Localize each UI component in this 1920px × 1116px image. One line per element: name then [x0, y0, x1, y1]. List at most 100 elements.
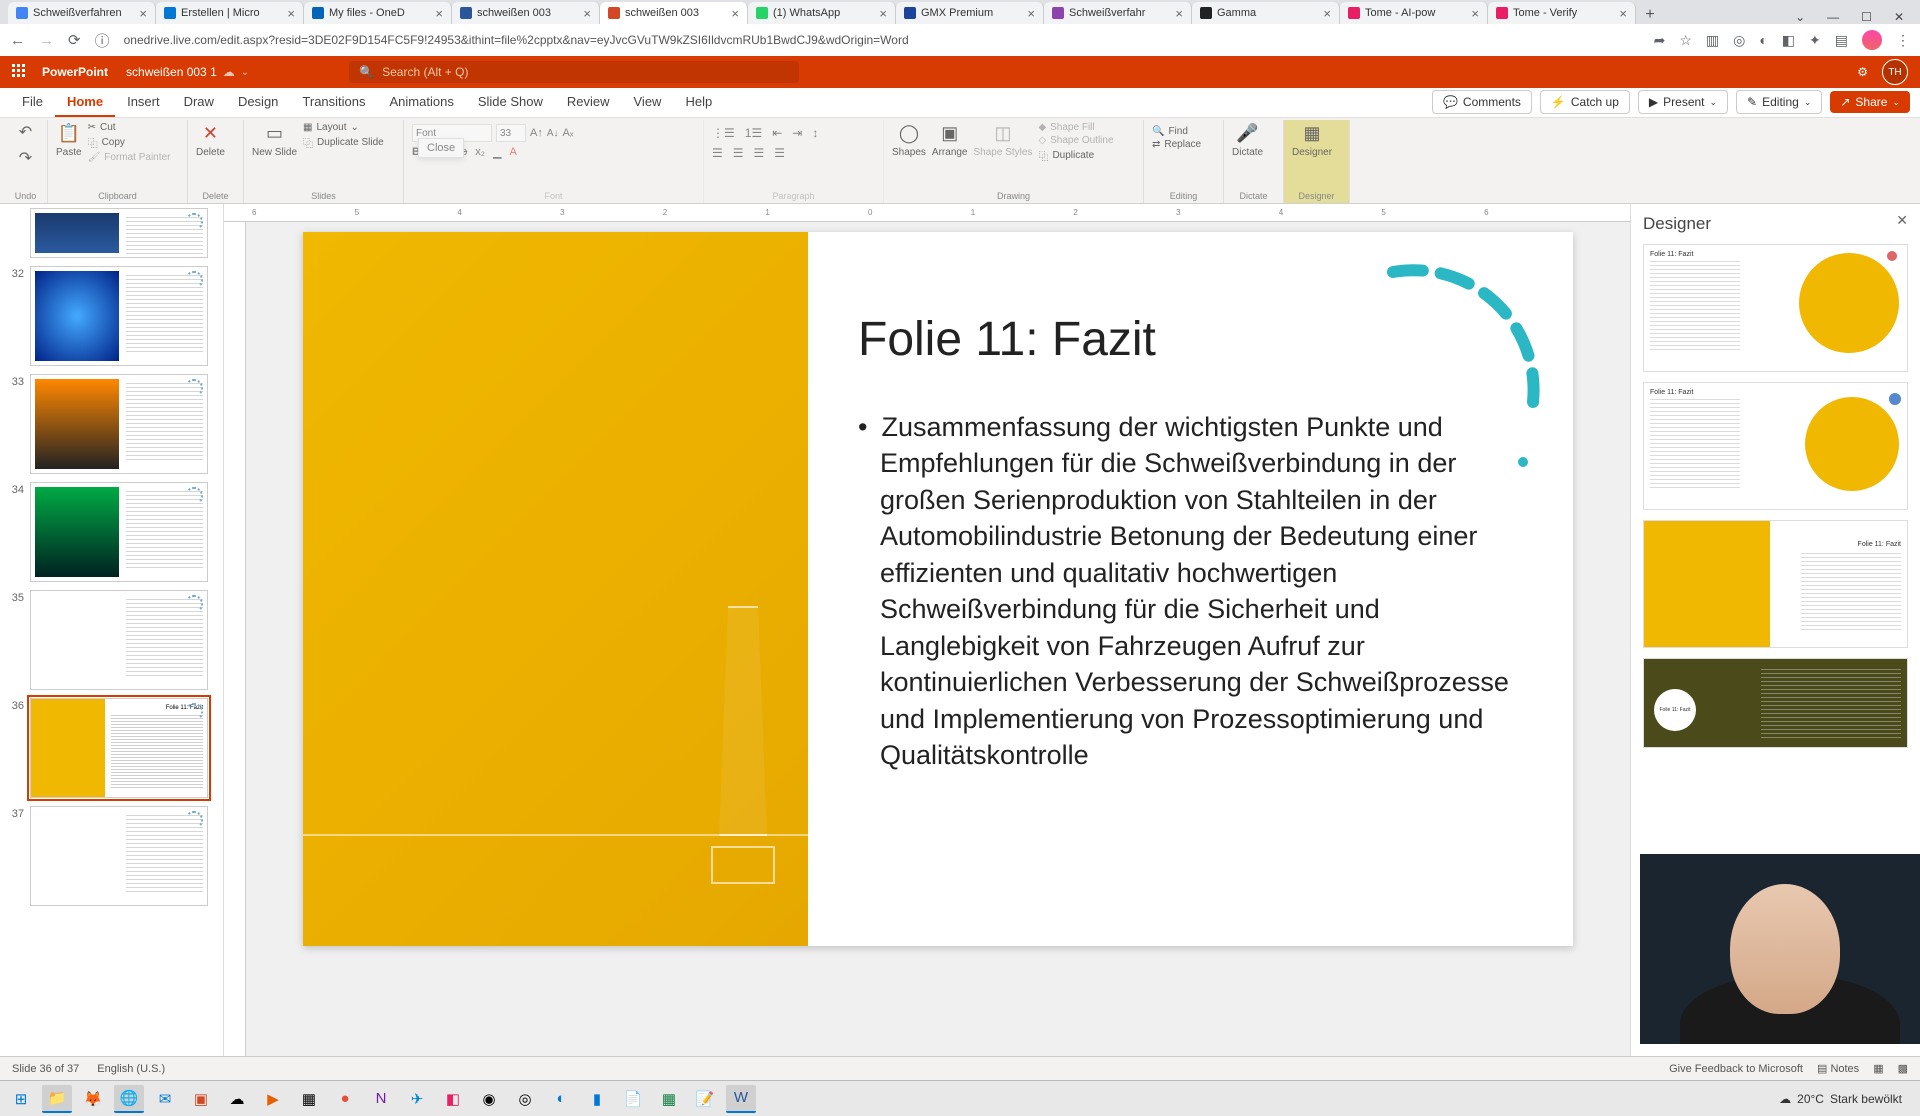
- comments-button[interactable]: 💬Comments: [1432, 90, 1532, 114]
- start-button[interactable]: ⊞: [6, 1085, 36, 1113]
- app-launcher-icon[interactable]: [12, 64, 28, 80]
- slide-thumbnail[interactable]: [30, 374, 208, 474]
- menu-file[interactable]: File: [10, 88, 55, 117]
- outlook-icon[interactable]: ✉: [150, 1085, 180, 1113]
- reload-button[interactable]: ⟳: [68, 31, 81, 49]
- tab-close-icon[interactable]: ×: [1619, 6, 1627, 21]
- browser-tab[interactable]: schweißen 003×: [452, 2, 600, 24]
- shape-styles-button[interactable]: ◫Shape Styles: [974, 122, 1033, 158]
- browser-tab[interactable]: Gamma×: [1192, 2, 1340, 24]
- shapes-button[interactable]: ◯Shapes: [892, 122, 926, 158]
- app-icon-16[interactable]: ◐: [546, 1085, 576, 1113]
- menu-home[interactable]: Home: [55, 88, 115, 117]
- line-spacing-button[interactable]: ↕: [812, 126, 818, 140]
- designer-button[interactable]: ▦Designer: [1292, 122, 1332, 158]
- obs-icon[interactable]: ◉: [474, 1085, 504, 1113]
- current-slide[interactable]: Folie 11: Fazit Zusammenfassung der wich…: [303, 232, 1573, 946]
- tab-close-icon[interactable]: ×: [1175, 6, 1183, 21]
- paste-button[interactable]: 📋 Paste: [56, 122, 82, 158]
- browser-tab[interactable]: Schweißverfahr×: [1044, 2, 1192, 24]
- undo-button[interactable]: ↶: [19, 122, 32, 142]
- designer-close-button[interactable]: ✕: [1896, 212, 1908, 229]
- maximize-icon[interactable]: ☐: [1861, 10, 1872, 24]
- decrease-font-icon[interactable]: A↓: [547, 128, 559, 139]
- app-icon-15[interactable]: ◎: [510, 1085, 540, 1113]
- bookmark-icon[interactable]: ☆: [1679, 32, 1692, 49]
- user-avatar[interactable]: TH: [1882, 59, 1908, 85]
- normal-view-icon[interactable]: ▦: [1873, 1062, 1883, 1075]
- sorter-view-icon[interactable]: ▩: [1898, 1062, 1908, 1075]
- numbering-button[interactable]: 1☰: [745, 126, 762, 140]
- design-option-3[interactable]: Folie 11: Fazit: [1643, 520, 1908, 648]
- replace-button[interactable]: ⇄Replace: [1152, 139, 1201, 150]
- menu-insert[interactable]: Insert: [115, 88, 172, 117]
- weather-widget[interactable]: ☁ 20°C Stark bewölkt: [1779, 1092, 1914, 1106]
- settings-icon[interactable]: ⚙: [1857, 65, 1868, 79]
- slide-thumbnail[interactable]: [30, 208, 208, 258]
- font-size-select[interactable]: [496, 124, 526, 142]
- tab-close-icon[interactable]: ×: [583, 6, 591, 21]
- browser-tab[interactable]: My files - OneD×: [304, 2, 452, 24]
- side-panel-icon[interactable]: ▤: [1835, 32, 1848, 49]
- shape-outline-button[interactable]: ◇Shape Outline: [1038, 135, 1113, 146]
- indent-button[interactable]: ⇥: [792, 126, 802, 140]
- browser-tab[interactable]: GMX Premium×: [896, 2, 1044, 24]
- catchup-button[interactable]: ⚡Catch up: [1540, 90, 1630, 114]
- design-option-2[interactable]: Folie 11: Fazit: [1643, 382, 1908, 510]
- url-input[interactable]: onedrive.live.com/edit.aspx?resid=3DE02F…: [124, 33, 1640, 47]
- clear-format-icon[interactable]: Aₓ: [563, 127, 574, 139]
- share-button[interactable]: ↗Share⌄: [1830, 91, 1910, 113]
- shape-fill-button[interactable]: ◆Shape Fill: [1038, 122, 1113, 133]
- design-option-4[interactable]: Folie 11: Fazit: [1643, 658, 1908, 748]
- tab-close-icon[interactable]: ×: [1323, 6, 1331, 21]
- menu-slide-show[interactable]: Slide Show: [466, 88, 555, 117]
- back-button[interactable]: ←: [10, 32, 25, 49]
- app-icon-10[interactable]: ●: [330, 1085, 360, 1113]
- menu-animations[interactable]: Animations: [378, 88, 466, 117]
- site-info-icon[interactable]: ⓘ: [95, 30, 110, 51]
- profile-avatar[interactable]: [1862, 30, 1882, 50]
- layout-button[interactable]: ▦Layout ⌄: [303, 122, 384, 133]
- minimize-icon[interactable]: —: [1827, 10, 1839, 24]
- subscript-button[interactable]: x₂: [475, 146, 485, 159]
- app-icon-13[interactable]: ◧: [438, 1085, 468, 1113]
- app-icon-9[interactable]: ▦: [294, 1085, 324, 1113]
- menu-view[interactable]: View: [622, 88, 674, 117]
- app-icon-7[interactable]: ☁: [222, 1085, 252, 1113]
- powerpoint-icon[interactable]: ▣: [186, 1085, 216, 1113]
- forward-button[interactable]: →: [39, 32, 54, 49]
- slide-thumbnail[interactable]: [30, 266, 208, 366]
- font-color-button[interactable]: A: [509, 146, 516, 159]
- new-tab-button[interactable]: +: [1636, 6, 1664, 24]
- menu-icon[interactable]: ⋮: [1896, 32, 1910, 49]
- tab-close-icon[interactable]: ×: [287, 6, 295, 21]
- menu-transitions[interactable]: Transitions: [290, 88, 377, 117]
- increase-font-icon[interactable]: A↑: [530, 127, 543, 139]
- firefox-icon[interactable]: 🦊: [78, 1085, 108, 1113]
- browser-tab[interactable]: schweißen 003×: [600, 2, 748, 24]
- highlight-button[interactable]: ▁: [493, 146, 501, 159]
- tab-close-icon[interactable]: ×: [1027, 6, 1035, 21]
- slide-stage[interactable]: Folie 11: Fazit Zusammenfassung der wich…: [246, 222, 1630, 1056]
- browser-tab[interactable]: Schweißverfahren×: [8, 2, 156, 24]
- share-icon[interactable]: ➦: [1654, 32, 1666, 49]
- notepad-icon[interactable]: 📝: [690, 1085, 720, 1113]
- cut-button[interactable]: ✂Cut: [88, 122, 171, 133]
- extensions-icon[interactable]: ✦: [1809, 32, 1821, 49]
- menu-review[interactable]: Review: [555, 88, 622, 117]
- ext-1-icon[interactable]: ▥: [1706, 32, 1719, 49]
- browser-tab[interactable]: Erstellen | Micro×: [156, 2, 304, 24]
- doc-dropdown-icon[interactable]: ⌄: [241, 67, 249, 78]
- excel-icon[interactable]: ▦: [654, 1085, 684, 1113]
- tab-close-icon[interactable]: ×: [879, 6, 887, 21]
- find-button[interactable]: 🔍Find: [1152, 126, 1201, 137]
- tab-close-icon[interactable]: ×: [731, 6, 739, 21]
- app-icon-17[interactable]: ▮: [582, 1085, 612, 1113]
- browser-tab[interactable]: Tome - AI-pow×: [1340, 2, 1488, 24]
- telegram-icon[interactable]: ✈: [402, 1085, 432, 1113]
- align-left-button[interactable]: ☰: [712, 146, 723, 160]
- menu-help[interactable]: Help: [673, 88, 724, 117]
- word-icon[interactable]: W: [726, 1085, 756, 1113]
- vlc-icon[interactable]: ▶: [258, 1085, 288, 1113]
- menu-draw[interactable]: Draw: [172, 88, 226, 117]
